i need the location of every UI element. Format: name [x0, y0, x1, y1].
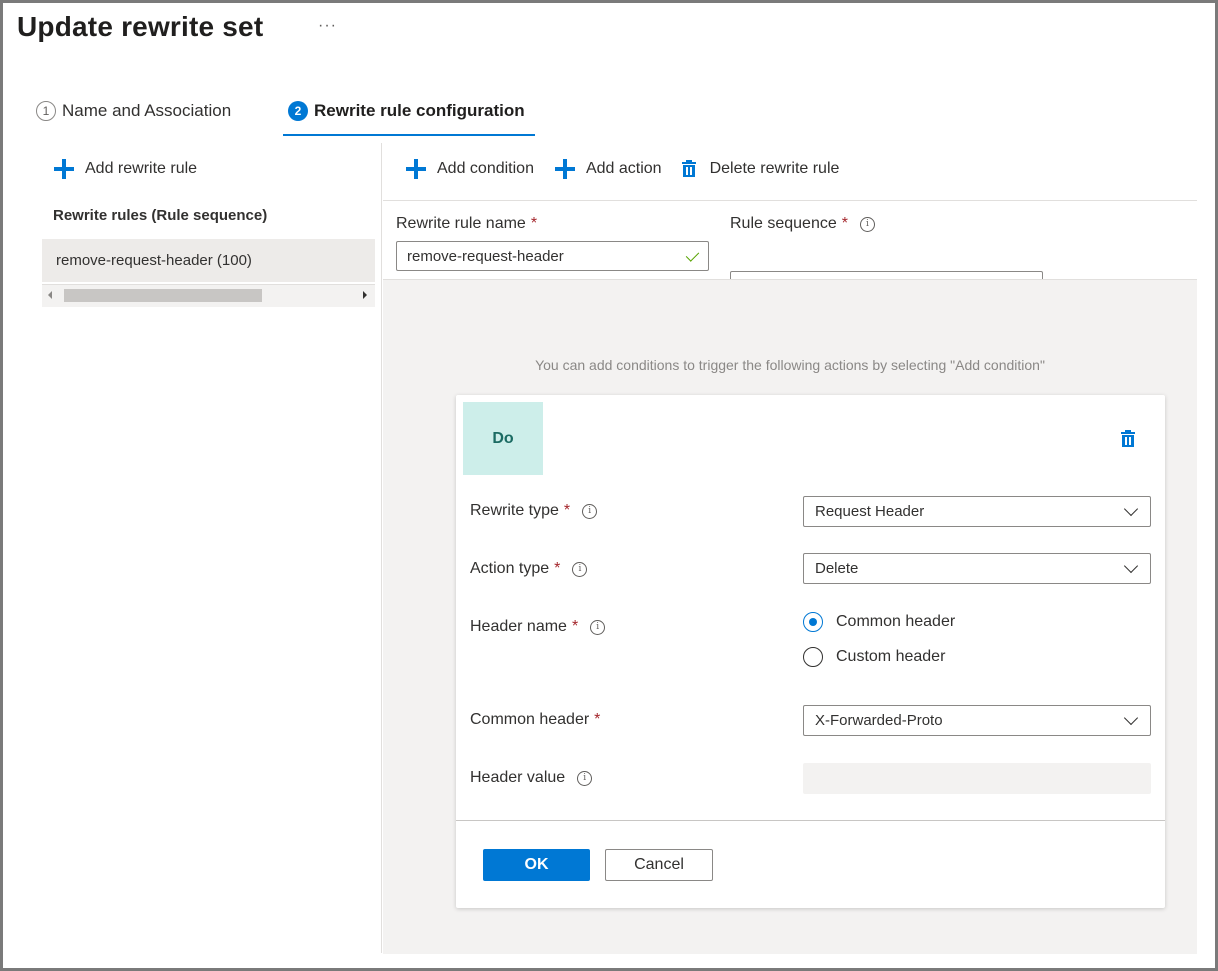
chevron-down-icon: [1123, 501, 1139, 517]
rewrite-rule-name-value: remove-request-header: [407, 247, 564, 265]
rules-list-heading: Rewrite rules (Rule sequence): [53, 207, 268, 224]
check-icon: [685, 248, 700, 262]
scroll-right-icon[interactable]: [363, 291, 367, 299]
horizontal-scrollbar[interactable]: [42, 284, 375, 307]
rule-sequence-label: Rule sequence * i: [730, 215, 875, 233]
action-type-value: Delete: [815, 560, 859, 577]
cancel-button[interactable]: Cancel: [605, 849, 713, 881]
chevron-down-icon: [1123, 558, 1139, 574]
required-marker: *: [841, 215, 848, 232]
action-type-label: Action type * i: [470, 560, 588, 578]
add-action-button[interactable]: Add action: [554, 158, 662, 180]
required-marker: *: [571, 618, 579, 635]
common-header-value: X-Forwarded-Proto: [815, 712, 943, 729]
field-label-text: Rewrite rule name: [396, 215, 526, 232]
rule-list-item-label: remove-request-header (100): [56, 252, 252, 269]
field-label-text: Header name: [470, 618, 567, 635]
do-badge: Do: [463, 402, 543, 475]
rewrite-rule-name-input[interactable]: remove-request-header: [396, 241, 709, 271]
field-label-text: Common header: [470, 711, 590, 728]
add-rewrite-rule-label: Add rewrite rule: [85, 160, 198, 177]
header-value-input: [803, 763, 1151, 794]
trash-icon: [681, 160, 696, 177]
chevron-down-icon: [1123, 710, 1139, 726]
rewrite-type-label: Rewrite type * i: [470, 502, 598, 520]
info-icon[interactable]: i: [582, 503, 598, 519]
page-title: Update rewrite set: [17, 11, 264, 42]
info-icon[interactable]: i: [577, 770, 593, 786]
info-icon[interactable]: i: [572, 561, 588, 577]
tab-label: Name and Association: [62, 101, 232, 120]
field-label-text: Action type: [470, 560, 550, 577]
action-card: Do Rewrite type * i Request Header Actio…: [456, 395, 1165, 908]
command-bar: Add condition Add action Delete rewrite …: [405, 158, 859, 180]
radio-label: Common header: [836, 613, 956, 630]
field-label-text: Header value: [470, 769, 566, 786]
add-rewrite-rule-button[interactable]: Add rewrite rule: [53, 158, 197, 180]
field-label-text: Rule sequence: [730, 215, 837, 232]
header-name-label: Header name * i: [470, 618, 606, 636]
required-marker: *: [530, 215, 538, 232]
scroll-left-icon[interactable]: [48, 291, 52, 299]
add-action-label: Add action: [585, 160, 662, 177]
tab-label: Rewrite rule configuration: [314, 101, 525, 120]
common-header-dropdown[interactable]: X-Forwarded-Proto: [803, 705, 1151, 736]
rule-list-item[interactable]: remove-request-header (100): [42, 239, 375, 282]
common-header-radio[interactable]: Common header: [803, 612, 955, 632]
info-icon[interactable]: i: [590, 619, 606, 635]
more-options-button[interactable]: ···: [318, 17, 337, 35]
step-number-1: 1: [36, 101, 56, 121]
plus-icon: [53, 158, 75, 180]
field-label-text: Rewrite type: [470, 502, 559, 519]
radio-checked-icon: [803, 612, 823, 632]
active-tab-indicator: [283, 134, 535, 136]
delete-rewrite-rule-button[interactable]: Delete rewrite rule: [681, 160, 840, 178]
required-marker: *: [594, 711, 601, 728]
radio-label: Custom header: [836, 648, 946, 665]
plus-icon: [554, 158, 576, 180]
step-number-2: 2: [288, 101, 308, 121]
ok-button[interactable]: OK: [483, 849, 590, 881]
add-condition-label: Add condition: [437, 160, 534, 177]
required-marker: *: [563, 502, 571, 519]
scrollbar-thumb[interactable]: [64, 289, 262, 302]
radio-unchecked-icon: [803, 647, 823, 667]
add-condition-button[interactable]: Add condition: [405, 158, 534, 180]
header-value-label: Header value i: [470, 769, 593, 787]
action-type-dropdown[interactable]: Delete: [803, 553, 1151, 584]
rewrite-type-dropdown[interactable]: Request Header: [803, 496, 1151, 527]
card-footer-divider: [456, 820, 1165, 821]
rewrite-rule-name-label: Rewrite rule name *: [396, 215, 537, 233]
command-bar-divider: [383, 200, 1197, 201]
required-marker: *: [554, 560, 561, 577]
tab-name-and-association[interactable]: 1 Name and Association: [36, 101, 231, 121]
add-condition-hint: You can add conditions to trigger the fo…: [535, 357, 1045, 373]
custom-header-radio[interactable]: Custom header: [803, 647, 945, 667]
panel-divider: [381, 143, 382, 953]
delete-rewrite-rule-label: Delete rewrite rule: [709, 160, 840, 177]
rewrite-type-value: Request Header: [815, 503, 925, 520]
trash-icon[interactable]: [1121, 430, 1135, 447]
plus-icon: [405, 158, 427, 180]
tab-rewrite-rule-configuration[interactable]: 2 Rewrite rule configuration: [288, 101, 525, 121]
info-icon[interactable]: i: [859, 216, 875, 232]
common-header-label: Common header *: [470, 711, 600, 729]
